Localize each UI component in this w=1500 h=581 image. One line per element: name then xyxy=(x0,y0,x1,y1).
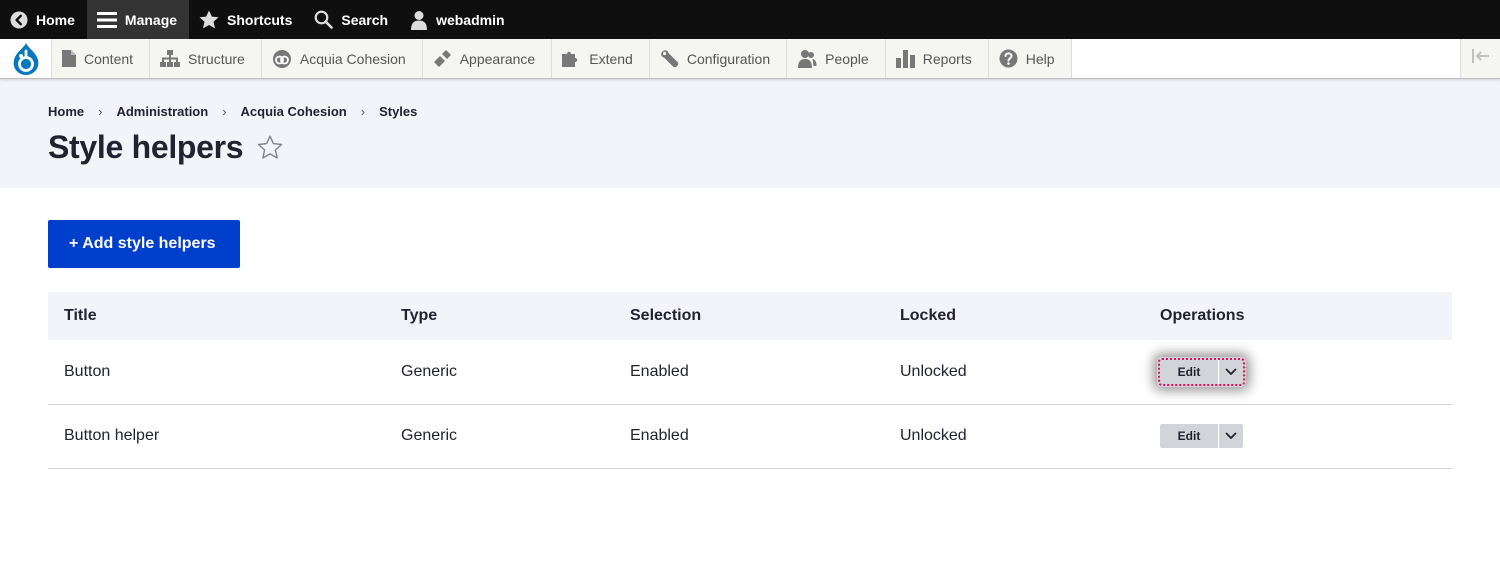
breadcrumb-administration[interactable]: Administration xyxy=(116,104,208,119)
tray-item-extend[interactable]: Extend xyxy=(552,39,650,78)
table-header-row: Title Type Selection Locked Operations xyxy=(48,292,1452,340)
tray-item-content[interactable]: Content xyxy=(52,39,151,78)
cohesion-icon xyxy=(272,49,292,69)
cell-locked: Unlocked xyxy=(884,404,1144,469)
shortcut-star-icon[interactable] xyxy=(257,135,283,160)
breadcrumb-separator: › xyxy=(222,104,227,119)
edit-button[interactable]: Edit xyxy=(1160,360,1218,384)
toolbar-user-label: webadmin xyxy=(436,11,505,28)
column-header-type: Type xyxy=(385,292,614,340)
table-row: Button Generic Enabled Unlocked Edit xyxy=(48,340,1452,405)
toolbar-user-tab[interactable]: webadmin xyxy=(400,0,516,39)
toolbar-manage-tab[interactable]: Manage xyxy=(86,0,190,39)
user-icon xyxy=(410,10,428,30)
admin-tray: Content Structure Acquia Cohesion Appear… xyxy=(0,39,1500,79)
cell-operations: Edit xyxy=(1144,404,1452,469)
puzzle-icon xyxy=(562,50,581,68)
tray-item-reports[interactable]: Reports xyxy=(886,39,989,78)
column-header-title: Title xyxy=(48,292,385,340)
wrench-icon xyxy=(660,49,679,68)
toolbar-home-link[interactable]: Home xyxy=(0,0,87,39)
main-content: + Add style helpers Title Type Selection… xyxy=(0,188,1500,469)
table-row: Button helper Generic Enabled Unlocked E… xyxy=(48,404,1452,469)
tray-item-help[interactable]: Help xyxy=(989,39,1072,78)
tray-item-label: Configuration xyxy=(686,50,771,67)
breadcrumb-acquia-cohesion[interactable]: Acquia Cohesion xyxy=(241,104,347,119)
bar-chart-icon xyxy=(895,49,915,68)
tray-item-label: Acquia Cohesion xyxy=(299,50,406,67)
tray-item-acquia-cohesion[interactable]: Acquia Cohesion xyxy=(262,39,423,78)
tray-item-people[interactable]: People xyxy=(787,39,886,78)
drupal-drop-icon xyxy=(13,42,38,75)
admin-toolbar: Home Manage Shortcuts Search webadmin xyxy=(0,0,1500,39)
operations-dropbutton: Edit xyxy=(1158,357,1245,386)
paintbrush-icon xyxy=(433,49,452,68)
tray-item-label: Appearance xyxy=(459,50,536,67)
back-arrow-icon xyxy=(10,11,28,29)
people-icon xyxy=(797,49,817,68)
cell-title: Button xyxy=(48,340,385,405)
breadcrumb-separator: › xyxy=(98,104,103,119)
column-header-selection: Selection xyxy=(614,292,884,340)
breadcrumb-styles[interactable]: Styles xyxy=(379,104,417,119)
file-icon xyxy=(62,50,76,67)
cell-type: Generic xyxy=(385,404,614,469)
toolbar-search-tab[interactable]: Search xyxy=(304,0,400,39)
tray-item-label: Extend xyxy=(589,50,633,67)
breadcrumb: Home › Administration › Acquia Cohesion … xyxy=(48,103,1452,120)
toolbar-search-label: Search xyxy=(341,11,389,28)
chevron-down-icon xyxy=(1225,432,1237,439)
tray-item-label: Reports xyxy=(922,50,972,67)
chevron-down-icon xyxy=(1225,368,1237,375)
breadcrumb-home[interactable]: Home xyxy=(48,104,84,119)
sitemap-icon xyxy=(160,50,181,67)
question-icon xyxy=(999,49,1018,68)
drupal-logo[interactable] xyxy=(0,39,52,78)
tray-item-label: Structure xyxy=(188,50,245,67)
cell-selection: Enabled xyxy=(614,340,884,405)
cell-type: Generic xyxy=(385,340,614,405)
tray-orientation-toggle[interactable] xyxy=(1460,39,1500,78)
cell-selection: Enabled xyxy=(614,404,884,469)
search-icon xyxy=(314,10,334,29)
cell-title: Button helper xyxy=(48,404,385,469)
tray-item-structure[interactable]: Structure xyxy=(150,39,262,78)
dropbutton-toggle[interactable] xyxy=(1218,424,1243,448)
dropbutton-toggle[interactable] xyxy=(1218,359,1243,384)
add-style-helpers-button[interactable]: + Add style helpers xyxy=(48,220,240,268)
toolbar-home-label: Home xyxy=(36,11,75,28)
page-header: Home › Administration › Acquia Cohesion … xyxy=(0,79,1500,188)
tray-item-configuration[interactable]: Configuration xyxy=(650,39,788,78)
column-header-locked: Locked xyxy=(884,292,1144,340)
star-icon xyxy=(199,10,219,29)
style-helpers-table: Title Type Selection Locked Operations B… xyxy=(48,292,1452,469)
title-row: Style helpers xyxy=(48,129,1452,166)
tray-item-label: Help xyxy=(1025,50,1055,67)
tray-spacer xyxy=(1071,39,1460,78)
cell-operations: Edit xyxy=(1144,340,1452,405)
toolbar-shortcuts-tab[interactable]: Shortcuts xyxy=(189,0,304,39)
cell-locked: Unlocked xyxy=(884,340,1144,405)
edit-button[interactable]: Edit xyxy=(1160,424,1218,448)
tray-item-label: Content xyxy=(84,50,134,67)
collapse-left-icon xyxy=(1471,49,1490,68)
column-header-operations: Operations xyxy=(1144,292,1452,340)
toolbar-shortcuts-label: Shortcuts xyxy=(227,11,293,28)
page-title: Style helpers xyxy=(48,129,244,165)
tray-item-label: People xyxy=(825,50,869,67)
toolbar-manage-label: Manage xyxy=(124,11,178,28)
tray-menu: Content Structure Acquia Cohesion Appear… xyxy=(52,39,1072,78)
operations-dropbutton: Edit xyxy=(1160,424,1243,448)
breadcrumb-separator: › xyxy=(360,104,366,119)
hamburger-icon xyxy=(96,11,117,29)
tray-item-appearance[interactable]: Appearance xyxy=(423,39,553,78)
